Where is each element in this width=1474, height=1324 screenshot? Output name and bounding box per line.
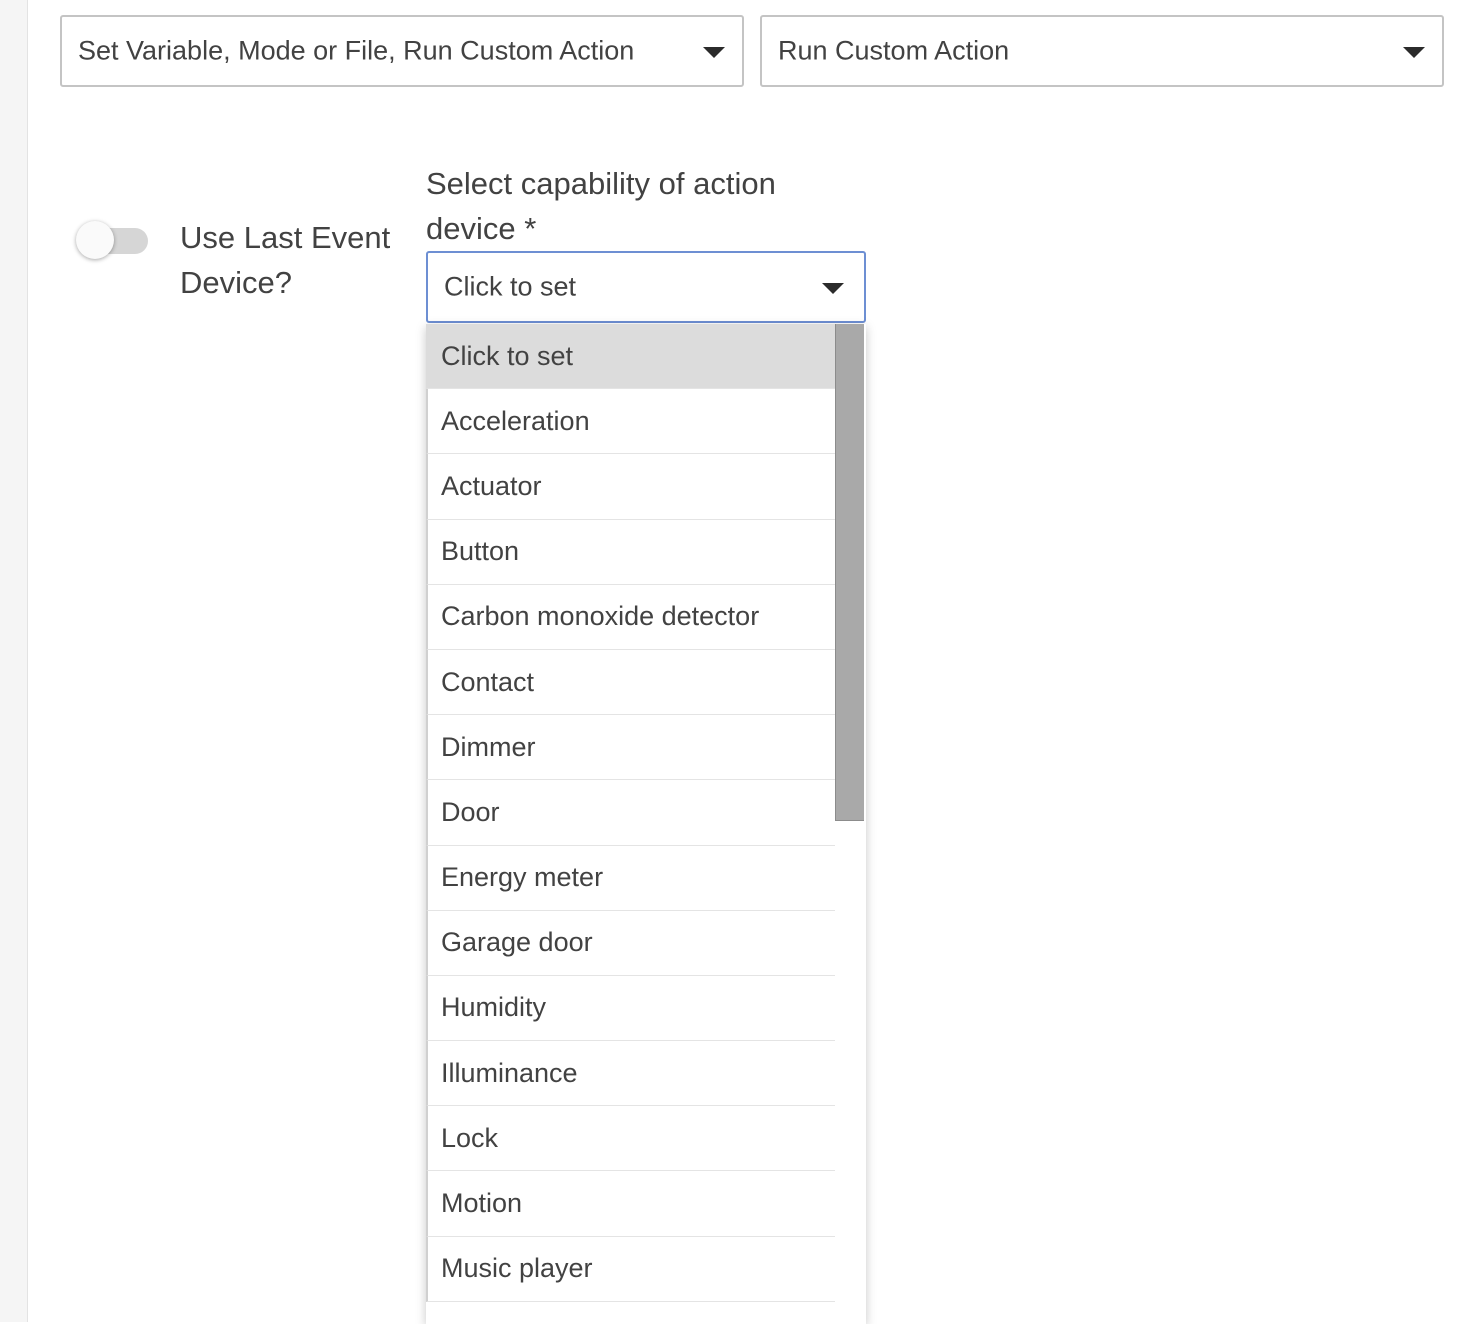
action-type-select[interactable]: Set Variable, Mode or File, Run Custom A…: [60, 15, 744, 87]
dropdown-option[interactable]: Dimmer: [426, 715, 836, 781]
capability-dropdown: Click to set Acceleration Actuator Button Ca…: [426, 324, 866, 1324]
action-sub-value: Run Custom Action: [778, 35, 1010, 66]
toggle-thumb: [76, 221, 114, 259]
chevron-down-icon: [822, 283, 844, 294]
dropdown-option[interactable]: Acceleration: [426, 389, 836, 455]
use-last-event-device-label: Use Last Event Device?: [180, 220, 391, 300]
action-sub-select[interactable]: Run Custom Action: [760, 15, 1444, 87]
chevron-down-icon: [1403, 47, 1425, 58]
scrollbar-thumb[interactable]: [835, 324, 864, 821]
use-last-event-device-toggle[interactable]: [74, 218, 150, 262]
dropdown-option[interactable]: Humidity: [426, 975, 836, 1042]
dropdown-option[interactable]: Button: [426, 519, 836, 585]
dropdown-option[interactable]: Music player: [426, 1236, 836, 1302]
dropdown-option[interactable]: Click to set: [426, 324, 836, 390]
action-type-value: Set Variable, Mode or File, Run Custom A…: [78, 35, 635, 66]
dropdown-option[interactable]: Motion: [426, 1171, 836, 1237]
dropdown-option[interactable]: Energy meter: [426, 845, 836, 911]
dropdown-option[interactable]: Lock: [426, 1106, 836, 1172]
chevron-down-icon: [703, 47, 725, 58]
capability-option-list: Click to set Acceleration Actuator Button Ca…: [426, 324, 836, 1302]
dropdown-option[interactable]: Garage door: [426, 910, 836, 976]
dropdown-option[interactable]: Actuator: [426, 454, 836, 520]
dropdown-option[interactable]: Contact: [426, 649, 836, 716]
left-rail: [0, 0, 28, 1322]
dropdown-option[interactable]: Carbon monoxide detector: [426, 584, 836, 650]
capability-select[interactable]: Click to set: [426, 251, 866, 323]
capability-label: Select capability of action device *: [426, 166, 776, 246]
capability-value: Click to set: [444, 271, 577, 302]
dropdown-option[interactable]: Illuminance: [426, 1041, 836, 1107]
dropdown-option[interactable]: Door: [426, 780, 836, 846]
